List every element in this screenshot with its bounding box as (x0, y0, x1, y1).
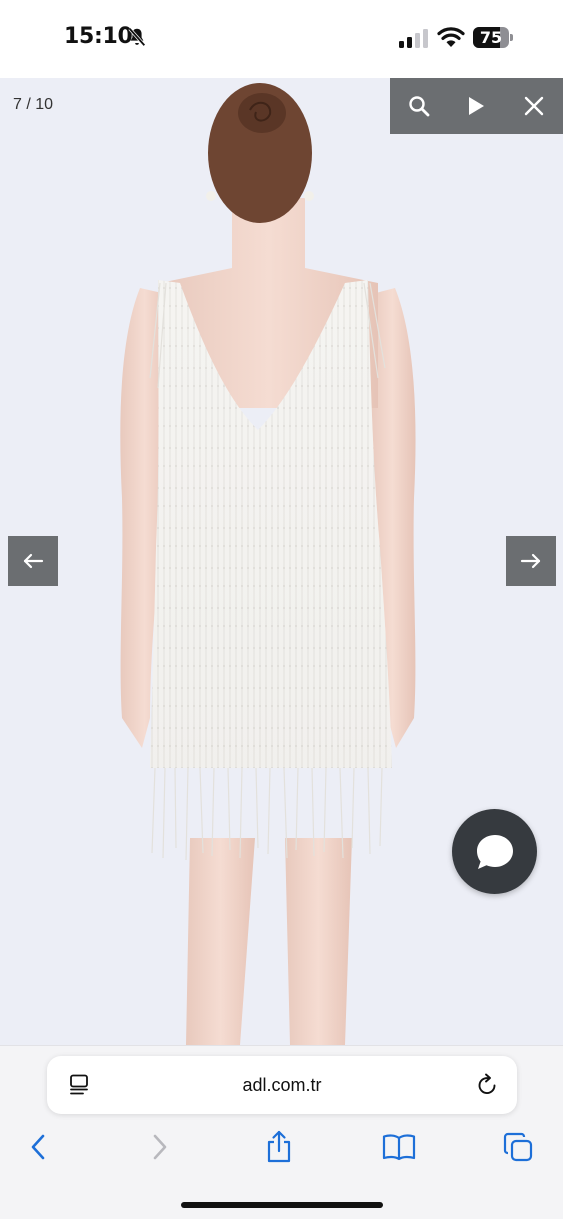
image-counter: 7 / 10 (13, 96, 54, 113)
share-icon (267, 1130, 291, 1163)
battery-cap (510, 34, 513, 41)
bookmarks-icon (382, 1134, 416, 1161)
status-bar: 15:10 75 (0, 0, 563, 78)
close-icon (524, 96, 544, 116)
battery-level: 75 (479, 28, 503, 47)
chat-bubble-icon (476, 834, 513, 869)
forward-button[interactable] (143, 1130, 177, 1164)
tabs-icon (503, 1132, 533, 1162)
browser-nav-row (0, 1130, 563, 1164)
url-text: adl.com.tr (242, 1075, 322, 1095)
search-icon (409, 96, 430, 117)
forward-icon (153, 1134, 167, 1160)
close-gallery-button[interactable] (505, 78, 563, 134)
address-bar[interactable]: adl.com.tr (47, 1056, 517, 1114)
next-image-button[interactable] (506, 536, 556, 586)
battery-icon: 75 (473, 27, 513, 48)
play-icon (469, 97, 485, 115)
tabs-button[interactable] (501, 1130, 535, 1164)
battery-body: 75 (473, 27, 509, 48)
share-button[interactable] (262, 1130, 296, 1164)
cellular-signal-icon (399, 29, 428, 48)
reload-icon[interactable] (475, 1073, 499, 1097)
status-time: 15:10 (64, 24, 133, 49)
product-image-gallery[interactable]: 7 / 10 (0, 78, 563, 1045)
browser-toolbar: adl.com.tr (0, 1045, 563, 1219)
bookmarks-button[interactable] (382, 1130, 416, 1164)
wifi-icon (437, 27, 465, 47)
gallery-toolbar (390, 78, 563, 134)
chat-button[interactable] (452, 809, 537, 894)
home-indicator (181, 1202, 383, 1208)
zoom-button[interactable] (390, 78, 448, 134)
arrow-left-icon (23, 553, 44, 569)
back-button[interactable] (21, 1130, 55, 1164)
mute-bell-icon (128, 27, 146, 47)
slideshow-play-button[interactable] (448, 78, 506, 134)
back-icon (31, 1134, 45, 1160)
product-photo (0, 78, 563, 1045)
previous-image-button[interactable] (8, 536, 58, 586)
arrow-right-icon (520, 553, 541, 569)
